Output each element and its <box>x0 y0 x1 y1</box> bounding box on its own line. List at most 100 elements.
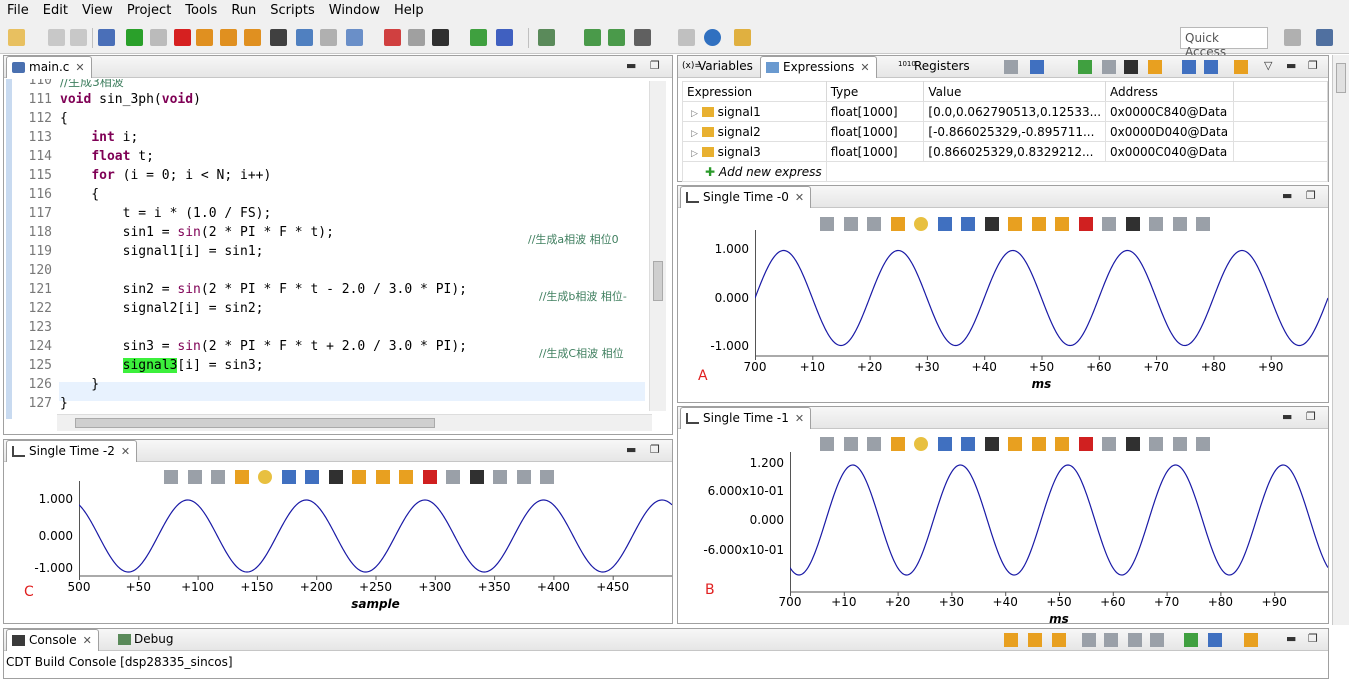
expand-icon[interactable]: ▷ <box>691 109 698 119</box>
code-line[interactable]: sin1 = sin(2 * PI * F * t); <box>60 225 334 240</box>
align-icon[interactable] <box>820 437 834 451</box>
maximize-icon[interactable]: ❐ <box>1306 410 1316 423</box>
align-bottom-icon[interactable] <box>867 217 881 231</box>
menu-icon[interactable] <box>1196 437 1210 451</box>
graph-tab[interactable]: Single Time -2 ✕ <box>6 440 138 462</box>
add-icon[interactable] <box>1078 60 1092 74</box>
refresh-icon[interactable] <box>1008 437 1022 451</box>
menu-help[interactable]: Help <box>387 0 431 22</box>
minimize-icon[interactable]: ▬ <box>1282 189 1292 202</box>
display-selected-icon[interactable] <box>1208 633 1222 647</box>
code-line[interactable]: int i; <box>60 130 138 145</box>
horizontal-scrollbar[interactable] <box>57 414 652 431</box>
minimize-icon[interactable]: ▬ <box>1286 632 1296 645</box>
collapse-icon[interactable] <box>1004 60 1018 74</box>
open-perspective-icon[interactable] <box>1284 29 1301 46</box>
export-icon[interactable] <box>1149 217 1163 231</box>
tab-debug[interactable]: Debug <box>116 629 173 651</box>
maximize-icon[interactable]: ❐ <box>650 443 660 456</box>
skip-icon[interactable] <box>408 29 425 46</box>
reset-icon[interactable] <box>1102 437 1116 451</box>
tab-console[interactable]: Console ✕ <box>6 629 99 651</box>
find-icon[interactable] <box>1125 217 1140 231</box>
grid-icon[interactable] <box>270 29 287 46</box>
close-icon[interactable]: ✕ <box>83 634 92 647</box>
terminate-icon[interactable] <box>174 29 191 46</box>
debug-icon[interactable] <box>496 29 513 46</box>
save-all-icon[interactable] <box>70 29 87 46</box>
tab-expressions[interactable]: Expressions ✕ <box>760 56 877 78</box>
remove-icon[interactable] <box>1102 60 1116 74</box>
zoom-out-icon[interactable] <box>961 217 975 231</box>
align-bottom-icon[interactable] <box>867 437 881 451</box>
code-line[interactable]: } <box>60 396 68 411</box>
code-line[interactable]: float t; <box>60 149 154 164</box>
continuous-refresh-icon[interactable] <box>1031 217 1046 231</box>
add-expression-row[interactable]: ✚ Add new express <box>682 161 1329 182</box>
quick-access-input[interactable]: Quick Access <box>1180 27 1268 59</box>
code-line[interactable]: } <box>60 377 99 392</box>
menu-view[interactable]: View <box>75 0 120 22</box>
pin-console-icon[interactable] <box>1184 633 1198 647</box>
close-icon[interactable]: ✕ <box>795 412 804 425</box>
minimize-icon[interactable]: ▬ <box>626 443 636 456</box>
col-value[interactable]: Value <box>923 81 1107 102</box>
delete-icon[interactable] <box>1078 217 1093 231</box>
menu-window[interactable]: Window <box>322 0 387 22</box>
find-icon[interactable] <box>1125 437 1140 451</box>
layout-icon[interactable] <box>1030 60 1044 74</box>
minimize-icon[interactable]: ▬ <box>1286 59 1296 72</box>
view-icon[interactable] <box>296 29 313 46</box>
display-icon[interactable] <box>1082 633 1096 647</box>
close-icon[interactable]: ✕ <box>860 61 869 74</box>
suspend-icon[interactable] <box>150 29 167 46</box>
col-expression[interactable]: Expression <box>682 81 827 102</box>
bug-icon[interactable] <box>432 29 449 46</box>
view-menu-icon[interactable]: ▽ <box>1264 59 1272 72</box>
delete-icon[interactable] <box>1078 437 1093 451</box>
new-window-icon[interactable] <box>1182 60 1196 74</box>
menu-scripts[interactable]: Scripts <box>263 0 321 22</box>
terminal-icon[interactable] <box>98 29 115 46</box>
minimize-icon[interactable]: ▬ <box>626 59 636 72</box>
back-icon[interactable] <box>584 29 601 46</box>
table-row[interactable]: ▷ signal3 float[1000] [0.866025329,0.832… <box>682 141 1328 162</box>
arrow-up-icon[interactable] <box>1028 633 1042 647</box>
step-return-icon[interactable] <box>244 29 261 46</box>
hammer-icon[interactable] <box>634 29 651 46</box>
reset-icon[interactable] <box>1102 217 1116 231</box>
no-icon[interactable] <box>704 29 721 46</box>
maximize-icon[interactable]: ❐ <box>1308 632 1318 645</box>
vertical-scrollbar[interactable] <box>649 81 666 411</box>
step-over-icon[interactable] <box>220 29 237 46</box>
breakpoint-icon[interactable] <box>384 29 401 46</box>
menu-project[interactable]: Project <box>120 0 178 22</box>
close-icon[interactable]: ✕ <box>121 445 130 458</box>
export-icon[interactable] <box>1149 437 1163 451</box>
code-line[interactable]: signal3[i] = sin3; <box>60 358 264 373</box>
refresh-icon[interactable] <box>1148 60 1162 74</box>
align-icon[interactable] <box>820 217 834 231</box>
code-line[interactable]: void sin_3ph(void) <box>60 92 201 107</box>
pin-icon[interactable] <box>734 29 751 46</box>
zoom-out-icon[interactable] <box>961 437 975 451</box>
sync-icon[interactable] <box>1055 217 1069 231</box>
waveform-plot[interactable] <box>755 230 1328 360</box>
table-row[interactable]: ▷ signal1 float[1000] [0.0,0.062790513,0… <box>682 101 1328 122</box>
star-icon[interactable] <box>914 437 928 451</box>
expand-icon[interactable]: ▷ <box>691 129 698 139</box>
close-icon[interactable]: ✕ <box>795 191 804 204</box>
remove-all-icon[interactable] <box>1124 60 1138 74</box>
tab-variables[interactable]: (x)= Variables <box>680 56 753 78</box>
align-center-icon[interactable] <box>843 217 858 231</box>
minimize-icon[interactable]: ▬ <box>1282 410 1292 423</box>
menu-tools[interactable]: Tools <box>178 0 224 22</box>
graph-tab[interactable]: Single Time -0 ✕ <box>680 186 812 208</box>
word-wrap-icon[interactable] <box>1128 633 1142 647</box>
connect-icon[interactable] <box>320 29 337 46</box>
zoom-in-icon[interactable] <box>937 217 952 231</box>
forward-icon[interactable] <box>608 29 625 46</box>
code-line[interactable]: sin2 = sin(2 * PI * F * t - 2.0 / 3.0 * … <box>60 282 467 297</box>
code-line[interactable]: signal1[i] = sin1; <box>60 244 264 259</box>
menu-run[interactable]: Run <box>224 0 263 22</box>
